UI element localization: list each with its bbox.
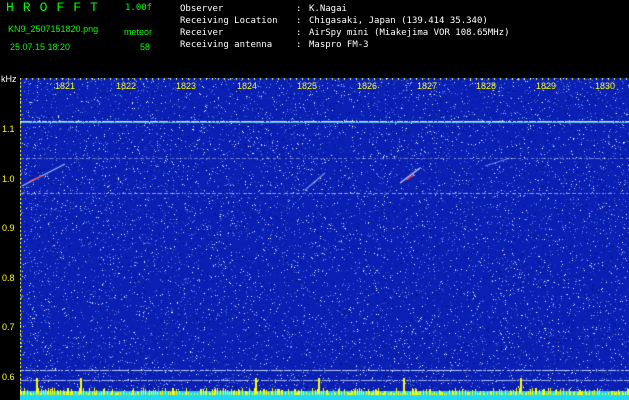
time-label: 1830 xyxy=(595,81,616,91)
time-label: 1826 xyxy=(357,81,378,91)
info-colon: : xyxy=(296,40,302,50)
time-label: 1829 xyxy=(536,81,557,91)
time-label: 1824 xyxy=(237,81,258,91)
info-key-antenna: Receiving antenna xyxy=(180,40,273,50)
meteor-count: 58 xyxy=(140,42,151,52)
info-value-location: Chigasaki, Japan (139.414 35.340) xyxy=(309,16,488,26)
time-label: 1825 xyxy=(297,81,318,91)
version-label: 1.00f xyxy=(125,3,153,13)
time-label: 1823 xyxy=(176,81,197,91)
spectrogram-canvas xyxy=(20,78,629,400)
freq-label: 0.9 xyxy=(2,223,15,233)
time-label: 1822 xyxy=(116,81,137,91)
freq-label: 0.8 xyxy=(2,273,15,283)
freq-label: 1.1 xyxy=(2,124,15,134)
time-label: 1821 xyxy=(55,81,76,91)
info-value-observer: K.Nagai xyxy=(309,4,347,14)
frequency-unit-label: kHz xyxy=(1,74,17,84)
info-colon: : xyxy=(296,28,302,38)
info-colon: : xyxy=(296,16,302,26)
info-key-receiver: Receiver xyxy=(180,28,224,38)
meteor-label: meteor xyxy=(124,27,153,37)
info-colon: : xyxy=(296,4,302,14)
freq-label: 0.6 xyxy=(2,372,15,382)
info-key-observer: Observer xyxy=(180,4,224,14)
app-title: HROFFT xyxy=(6,0,107,15)
datetime-label: 25.07.15 18:20 xyxy=(10,42,71,52)
info-value-receiver: AirSpy mini (Miakejima VOR 108.65MHz) xyxy=(309,28,510,38)
freq-label: 0.7 xyxy=(2,322,15,332)
time-label: 1827 xyxy=(417,81,438,91)
info-key-location: Receiving Location xyxy=(180,16,278,26)
info-value-antenna: Maspro FM-3 xyxy=(309,40,369,50)
file-name: KN9_2507151820.png xyxy=(8,24,99,34)
time-label: 1828 xyxy=(476,81,497,91)
freq-label: 1.0 xyxy=(2,174,15,184)
